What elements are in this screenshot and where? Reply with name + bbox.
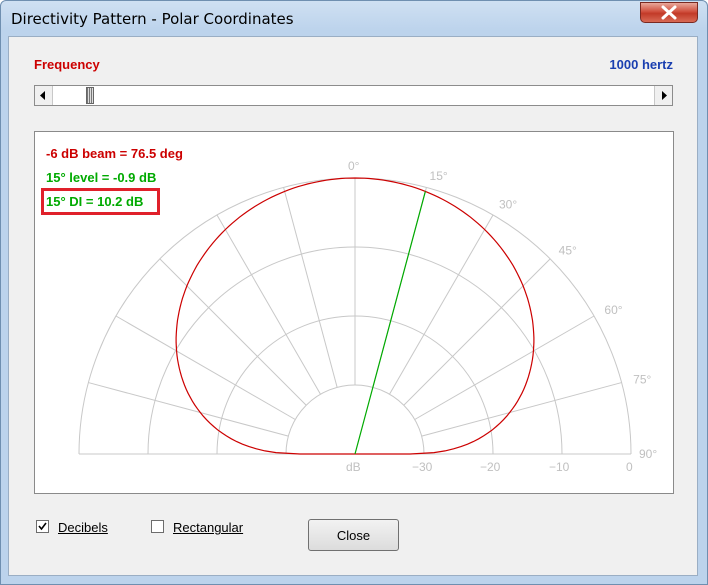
angle-tick-label: 30° [499, 198, 517, 212]
grid-ring [285, 384, 425, 455]
angle-tick-label: 0° [348, 159, 360, 173]
di-text: 15° DI = 10.2 dB [46, 194, 144, 209]
title-bar[interactable]: Directivity Pattern - Polar Coordinates [1, 1, 707, 37]
beam-width-text: -6 dB beam = 76.5 deg [46, 146, 183, 161]
window-title: Directivity Pattern - Polar Coordinates [11, 10, 294, 28]
angle-tick-label: 15° [430, 169, 448, 183]
level-text: 15° level = -0.9 dB [46, 170, 157, 185]
frequency-scrollbar[interactable] [34, 85, 673, 106]
polar-plot-area: 0° 15° 30° 45° 60° 75° 90° dB −30 −20 −10 0 -6 dB b… [34, 131, 674, 494]
close-x-icon [661, 5, 677, 20]
angle-marker-line [354, 191, 426, 455]
decibels-label[interactable]: Decibels [58, 520, 108, 535]
check-icon [38, 522, 47, 531]
decibels-checkbox[interactable] [36, 520, 49, 533]
grid-spoke [283, 187, 338, 388]
angle-tick-label: 75° [633, 372, 651, 386]
grid-spoke [421, 382, 622, 437]
angle-tick-label: 90° [639, 447, 657, 461]
arrow-left-icon [40, 91, 45, 100]
radial-tick-label: −30 [412, 460, 433, 474]
window-close-button[interactable] [640, 2, 698, 23]
scrollbar-thumb[interactable] [86, 87, 94, 104]
rectangular-label[interactable]: Rectangular [173, 520, 243, 535]
scroll-left-button[interactable] [35, 86, 53, 105]
angle-tick-label: 45° [559, 243, 577, 257]
grid-spoke [88, 382, 289, 437]
radial-tick-label: −10 [549, 460, 570, 474]
scroll-right-button[interactable] [654, 86, 672, 105]
arrow-right-icon [662, 91, 667, 100]
radial-tick-label: 0 [626, 460, 633, 474]
radial-tick-label: dB [346, 460, 361, 474]
rectangular-checkbox[interactable] [151, 520, 164, 533]
polar-plot: 0° 15° 30° 45° 60° 75° 90° dB −30 −20 −10 0 [78, 159, 657, 474]
frequency-label: Frequency [34, 57, 100, 72]
angle-tick-label: 60° [604, 303, 622, 317]
frequency-value: 1000 hertz [609, 57, 673, 72]
radial-tick-label: −20 [480, 460, 501, 474]
close-button[interactable]: Close [308, 519, 399, 551]
